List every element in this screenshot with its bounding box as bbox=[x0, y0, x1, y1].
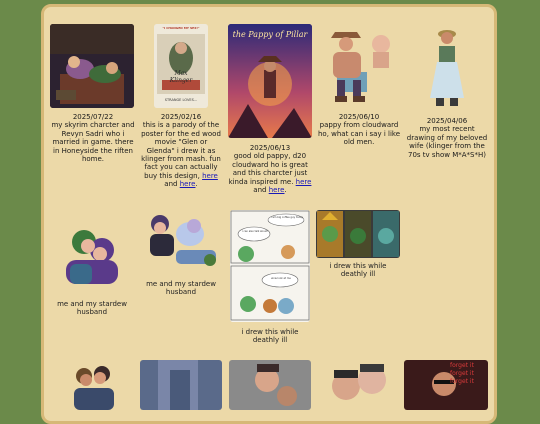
row3-thumbnail-1[interactable] bbox=[62, 360, 126, 410]
row2-caption-1: me and my stardew husband bbox=[57, 300, 127, 317]
ill-artwork-thumbnail[interactable] bbox=[316, 210, 400, 258]
skyrim-artwork-thumbnail[interactable] bbox=[50, 24, 134, 108]
entry-5-caption: 2025/04/06 my most recent drawing of my … bbox=[406, 117, 488, 159]
pappy-sitting-image bbox=[317, 24, 401, 108]
entry-1-date: 2025/07/22 bbox=[72, 113, 114, 121]
comic-artwork-image bbox=[230, 210, 310, 322]
row3-thumbnail-4[interactable] bbox=[318, 360, 400, 410]
klinger-artwork-thumbnail[interactable] bbox=[420, 24, 474, 108]
row3-thumbnail-3[interactable] bbox=[229, 360, 311, 410]
entry-3-caption: 2025/06/13 good old pappy, d20 cloudward… bbox=[228, 144, 312, 194]
entry-3-period: . bbox=[284, 186, 287, 195]
skyrim-artwork-image bbox=[50, 24, 134, 108]
poster-artwork-thumbnail[interactable]: "I CHANGED MY SEX!" Max Klinger STRANGE … bbox=[154, 24, 208, 108]
entry-4-date: 2025/06/10 bbox=[338, 113, 380, 121]
row3-image-4 bbox=[318, 360, 400, 410]
forget-text-2: forget it bbox=[450, 370, 474, 377]
entry-3-date: 2025/06/13 bbox=[249, 144, 291, 152]
entry-4-text: pappy from cloudward ho, what can i say … bbox=[317, 121, 401, 147]
entry-3-link-2[interactable]: here bbox=[269, 186, 285, 194]
comic-artwork-thumbnail[interactable]: i am big coffee guy today i can also tal… bbox=[230, 210, 310, 322]
forget-text-3: forget it bbox=[450, 378, 474, 385]
entry-1-caption: 2025/07/22 my skyrim charcter and Revyn … bbox=[51, 113, 135, 163]
poster-name-2: Klinger bbox=[169, 77, 193, 84]
entry-3-link-1[interactable]: here bbox=[296, 178, 312, 186]
pappy-sitting-thumbnail[interactable] bbox=[317, 24, 401, 108]
pappy-artwork-image bbox=[228, 24, 312, 138]
entry-1-text: my skyrim charcter and Revyn Sadri who i… bbox=[51, 121, 135, 164]
entry-3-and: and bbox=[253, 186, 267, 195]
comic-bubble-2: i can also talk aloud! bbox=[241, 230, 268, 233]
entry-2-caption: 2025/02/16 this is a parody of the poste… bbox=[140, 113, 222, 189]
row3-image-2 bbox=[140, 360, 222, 410]
stardew-artwork-1-thumbnail[interactable] bbox=[56, 220, 128, 296]
row3-image-5 bbox=[404, 360, 488, 410]
entry-5-date: 2025/04/06 bbox=[426, 117, 468, 125]
row3-image-3 bbox=[229, 360, 311, 410]
comic-bubble-3: wow look at me bbox=[271, 277, 291, 280]
poster-subtitle: STRANGE LOVES... bbox=[164, 98, 198, 102]
row2-caption-4: i drew this while deathly ill bbox=[329, 262, 387, 279]
row2-caption-3: i drew this while deathly ill bbox=[241, 328, 299, 345]
row3-thumbnail-5[interactable]: forget it forget it forget it bbox=[404, 360, 488, 410]
poster-artwork-image bbox=[154, 24, 208, 108]
pappy-poster-title: the Pappy of Pillar bbox=[232, 30, 308, 39]
poster-title: "I CHANGED MY SEX!" bbox=[162, 26, 200, 30]
entry-2-link-2[interactable]: here bbox=[180, 180, 196, 188]
stardew-artwork-1-image bbox=[56, 220, 128, 296]
forget-text-1: forget it bbox=[450, 362, 474, 369]
entry-5-text: my most recent drawing of my beloved wif… bbox=[406, 125, 488, 159]
row2-caption-2: me and my stardew husband bbox=[146, 280, 216, 297]
pappy-artwork-thumbnail[interactable]: the Pappy of Pillar bbox=[228, 24, 312, 138]
poster-name-1: Max bbox=[174, 70, 188, 77]
entry-2-period: . bbox=[195, 180, 198, 189]
stardew-artwork-2-thumbnail[interactable] bbox=[140, 210, 222, 270]
entry-2-link-1[interactable]: here bbox=[202, 172, 218, 180]
row3-thumbnail-2[interactable] bbox=[140, 360, 222, 410]
klinger-artwork-image bbox=[420, 24, 474, 108]
entry-4-caption: 2025/06/10 pappy from cloudward ho, what… bbox=[317, 113, 401, 147]
entry-2-date: 2025/02/16 bbox=[160, 113, 202, 121]
comic-bubble-1: i am big coffee guy today bbox=[271, 216, 303, 219]
entry-2-and: and bbox=[164, 180, 178, 189]
stardew-artwork-2-image bbox=[140, 210, 222, 270]
ill-artwork-image bbox=[316, 210, 400, 258]
row3-image-1 bbox=[62, 360, 126, 410]
